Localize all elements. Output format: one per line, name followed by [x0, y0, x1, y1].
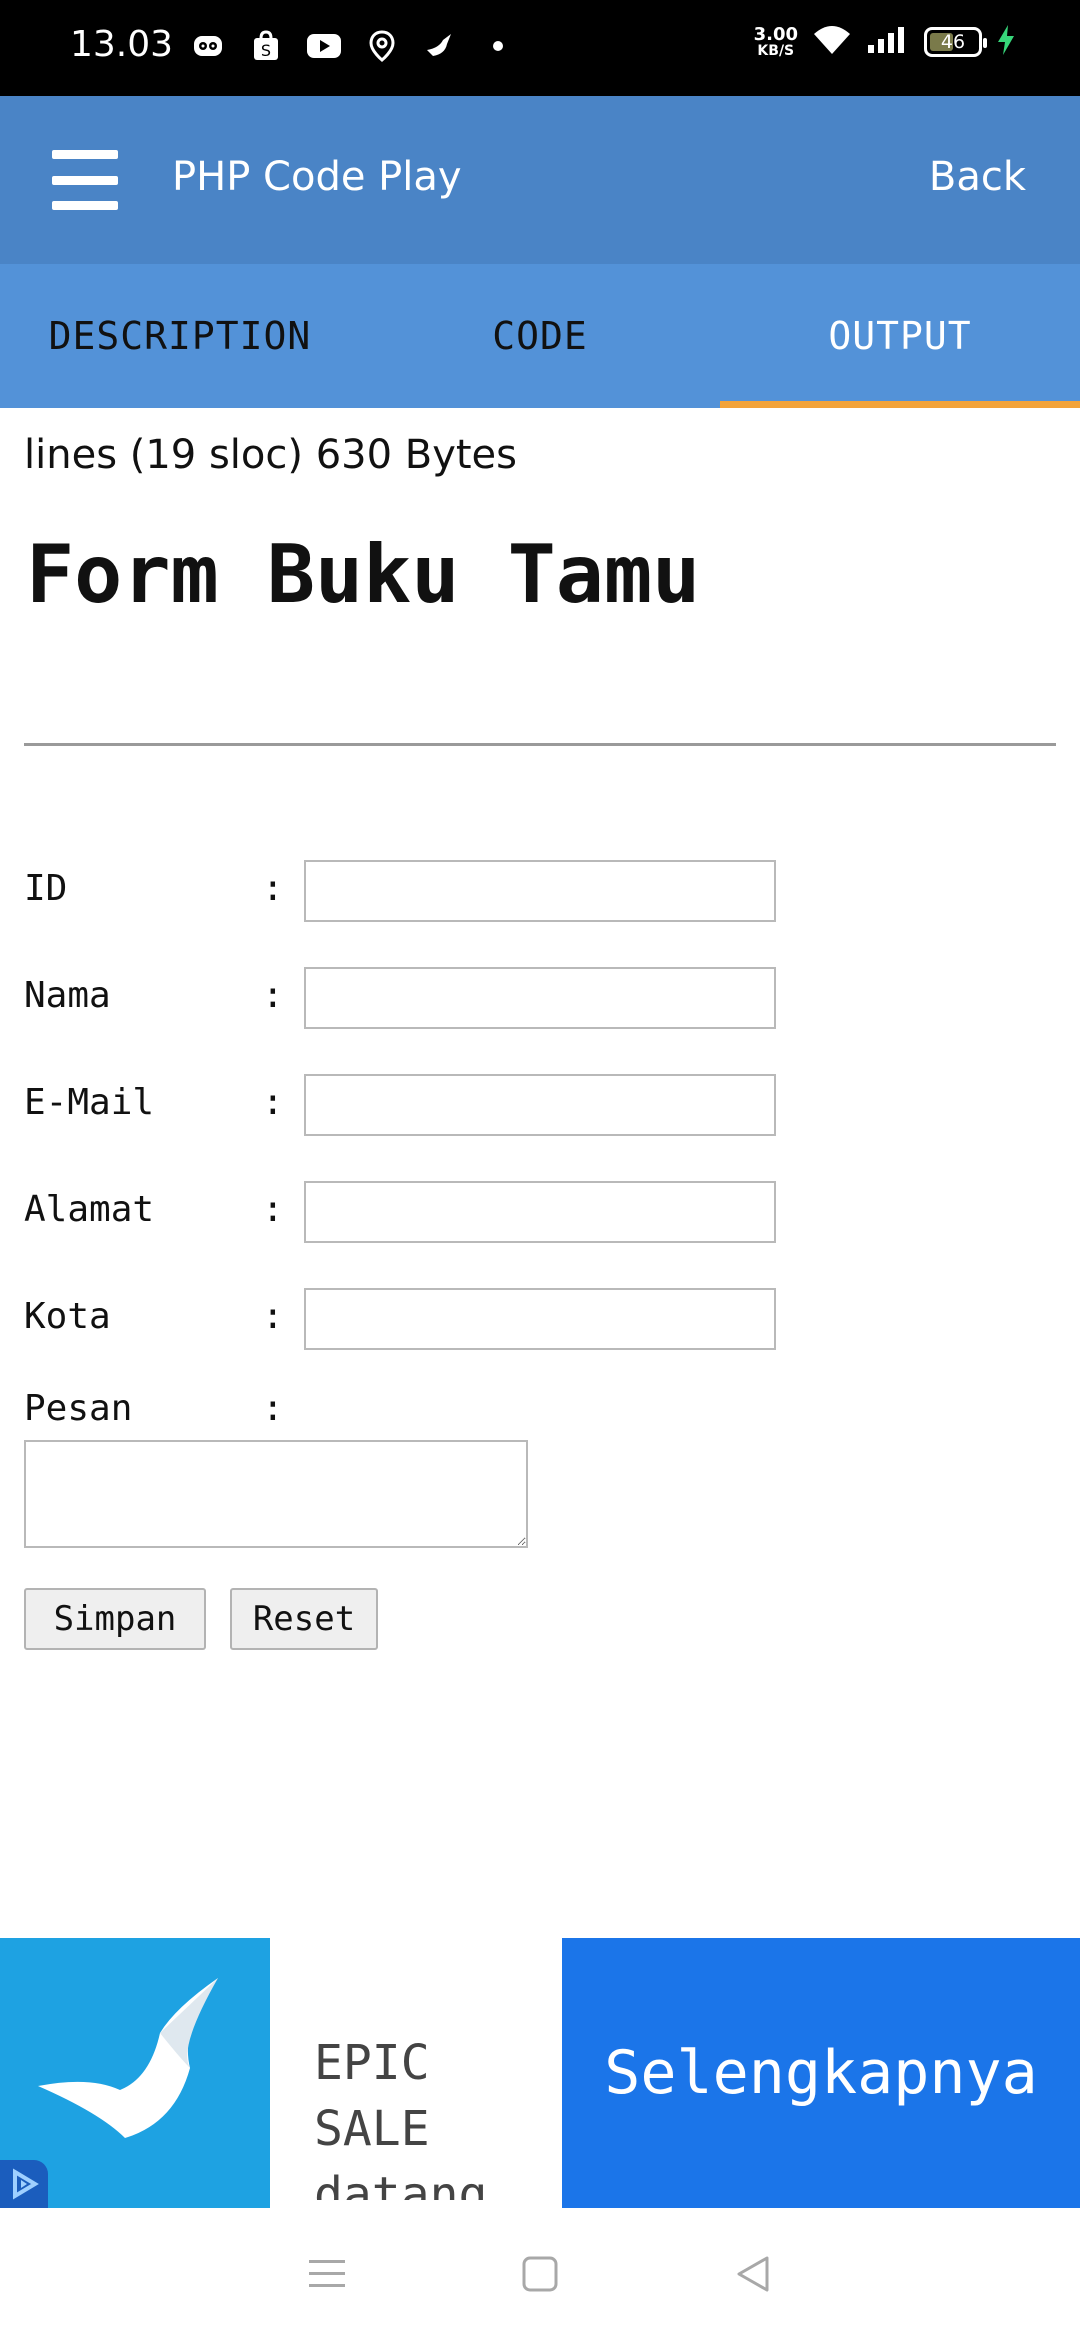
app-bar: PHP Code Play Back: [0, 96, 1080, 264]
reset-button[interactable]: Reset: [230, 1588, 378, 1650]
app-title: PHP Code Play: [172, 154, 462, 200]
form-row-nama: Nama :: [24, 967, 784, 1029]
map-pin-icon: [364, 28, 400, 64]
hamburger-menu-icon[interactable]: [52, 150, 118, 210]
field-label-kota: Kota: [24, 1296, 111, 1337]
form-row-email: E-Mail :: [24, 1074, 784, 1136]
battery-level: 46: [940, 31, 966, 53]
net-speed-value: 3.00: [753, 24, 798, 45]
ad-text: EPIC SALE datang: [314, 2035, 488, 2200]
back-icon[interactable]: [723, 2244, 783, 2304]
simpan-button[interactable]: Simpan: [24, 1588, 206, 1650]
status-time: 13.03: [70, 24, 174, 65]
field-colon: :: [262, 975, 284, 1016]
field-label-nama: Nama: [24, 975, 111, 1016]
field-colon: :: [262, 1388, 284, 1429]
form-row-pesan: Pesan :: [24, 1388, 784, 1438]
email-input[interactable]: [304, 1074, 776, 1136]
form-row-alamat: Alamat :: [24, 1181, 784, 1243]
divider: [24, 743, 1056, 746]
nama-input[interactable]: [304, 967, 776, 1029]
ad-cta-button[interactable]: Selengkapnya: [562, 1938, 1080, 2208]
shopping-bag-icon: S: [248, 28, 284, 64]
signal-icon: [866, 25, 910, 59]
home-icon[interactable]: [510, 2244, 570, 2304]
tab-description[interactable]: DESCRIPTION: [0, 264, 360, 408]
output-panel: lines (19 sloc) 630 Bytes Form Buku Tamu…: [0, 408, 1080, 1938]
alamat-input[interactable]: [304, 1181, 776, 1243]
recent-apps-icon[interactable]: [297, 2244, 357, 2304]
bird-app-icon: [422, 28, 458, 64]
page-title: Form Buku Tamu: [26, 528, 701, 621]
field-label-alamat: Alamat: [24, 1189, 155, 1230]
id-input[interactable]: [304, 860, 776, 922]
dot-icon: [480, 28, 516, 64]
form-row-kota: Kota :: [24, 1288, 784, 1350]
pet-app-icon: [190, 28, 226, 64]
status-right: 3.00 KB/S 46: [754, 24, 1016, 60]
notification-icons: S: [190, 28, 516, 64]
kota-input[interactable]: [304, 1288, 776, 1350]
status-bar: 13.03 S 3.00 KB/S 46: [0, 0, 1080, 96]
form-row-id: ID :: [24, 860, 784, 922]
field-colon: :: [262, 1082, 284, 1123]
pesan-textarea[interactable]: [24, 1440, 528, 1548]
youtube-icon: [306, 28, 342, 64]
system-nav-bar: [0, 2208, 1080, 2340]
field-colon: :: [262, 868, 284, 909]
wifi-icon: [812, 24, 852, 60]
ad-choices-icon[interactable]: [0, 2160, 48, 2208]
net-speed: 3.00 KB/S: [753, 24, 798, 59]
net-speed-unit: KB/S: [757, 43, 795, 59]
file-meta: lines (19 sloc) 630 Bytes: [24, 432, 518, 478]
field-label-id: ID: [24, 868, 68, 909]
ad-banner[interactable]: EPIC SALE datang Selengkapnya: [0, 1938, 1080, 2208]
field-label-pesan: Pesan: [24, 1388, 133, 1429]
field-label-email: E-Mail: [24, 1082, 155, 1123]
battery-icon: 46: [924, 27, 987, 57]
tab-output[interactable]: OUTPUT: [720, 264, 1080, 408]
tab-bar: DESCRIPTION CODE OUTPUT: [0, 264, 1080, 408]
tab-code[interactable]: CODE: [360, 264, 720, 408]
field-colon: :: [262, 1296, 284, 1337]
field-colon: :: [262, 1189, 284, 1230]
svg-text:S: S: [261, 41, 271, 60]
charging-icon: [996, 24, 1016, 60]
back-button[interactable]: Back: [929, 154, 1026, 200]
